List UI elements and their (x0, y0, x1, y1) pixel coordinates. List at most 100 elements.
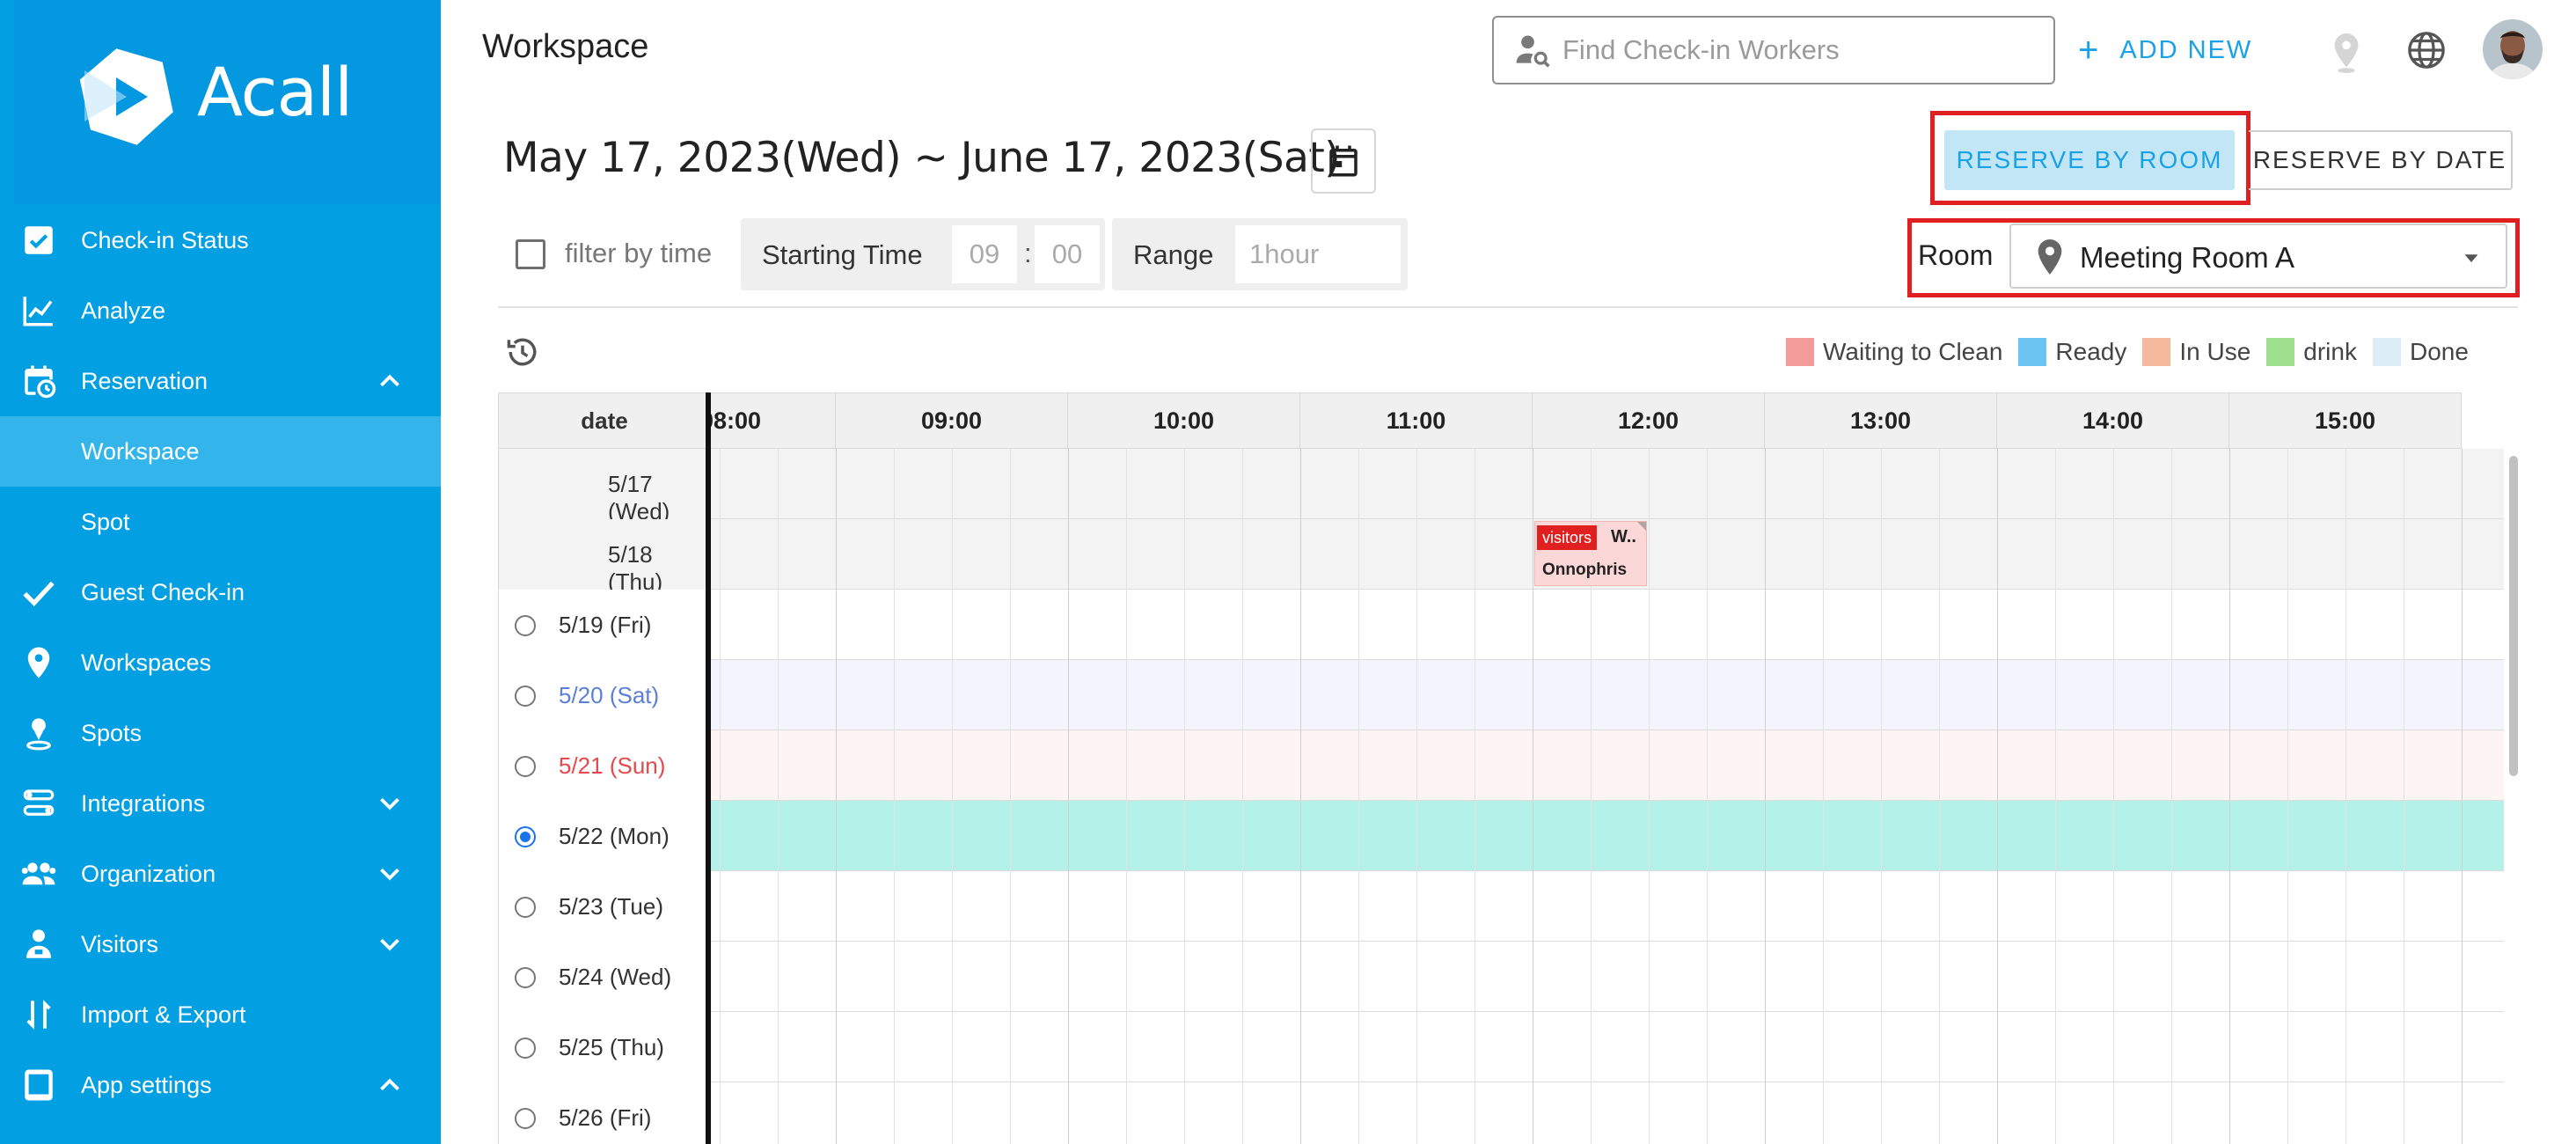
date-radio[interactable] (515, 897, 536, 918)
sidebar-item-label: Analyze (81, 297, 166, 324)
row-date-label: 5/20 (Sat) (559, 682, 660, 708)
reservation-block[interactable]: visitors W.. Onnophris (1534, 521, 1647, 586)
sidebar-item-import-export[interactable]: Import & Export (0, 979, 441, 1050)
date-column-header: date (498, 392, 711, 449)
sidebar-item-label: Workspaces (81, 649, 212, 676)
date-radio[interactable] (515, 1108, 536, 1129)
checkbox-icon (19, 221, 58, 260)
date-radio[interactable] (515, 756, 536, 777)
grid-row[interactable]: 5/21 (Sun) (498, 730, 2504, 801)
sidebar-item-guest-check-in[interactable]: Guest Check-in (0, 557, 441, 627)
plus-icon: + (2078, 30, 2101, 70)
legend-item: drink (2266, 338, 2357, 366)
chevron-down-icon[interactable] (373, 857, 406, 891)
chevron-down-icon[interactable] (373, 787, 406, 820)
row-date-label: 5/17 (Wed) (608, 471, 670, 524)
time-column-header: 09:00 (836, 392, 1068, 449)
sidebar-item-spots[interactable]: Spots (0, 698, 441, 768)
grid-row[interactable]: 5/19 (Fri) (498, 590, 2504, 660)
sidebar-item-check-in-status[interactable]: Check-in Status (0, 205, 441, 275)
sidebar-item-label: Organization (81, 860, 216, 887)
search-box[interactable] (1492, 16, 2055, 84)
quarter-gridline (1126, 449, 1127, 1144)
grid-row[interactable]: 5/24 (Wed) (498, 942, 2504, 1012)
row-date-label: 5/21 (Sun) (559, 752, 666, 779)
sidebar-item-analyze[interactable]: Analyze (0, 275, 441, 346)
quarter-gridline (1358, 449, 1359, 1144)
time-label: 12:00 (1617, 407, 1680, 434)
reserve-by-date-button[interactable]: RESERVE BY DATE (2249, 130, 2513, 190)
date-radio[interactable] (515, 967, 536, 988)
grid-row[interactable]: 5/22 (Mon) (498, 801, 2504, 871)
add-new-button[interactable]: + ADD NEW (2078, 30, 2252, 70)
time-label: 14:00 (2082, 407, 2144, 434)
hour-gridline (1997, 449, 1998, 1144)
legend-item: Waiting to Clean (1786, 338, 2002, 366)
sidebar-item-organization[interactable]: Organization (0, 839, 441, 909)
quarter-gridline (1823, 449, 1824, 1144)
sidebar-item-workspaces[interactable]: Workspaces (0, 627, 441, 698)
room-select[interactable]: Meeting Room A (2009, 224, 2507, 289)
time-label: 15:00 (2314, 407, 2376, 434)
page-title: Workspace (482, 28, 649, 65)
acall-logo-icon (79, 48, 173, 145)
quarter-gridline (1184, 449, 1185, 1144)
time-label: 09:00 (920, 407, 983, 434)
range-input[interactable]: 1hour (1235, 225, 1401, 283)
sidebar-item-spot[interactable]: Spot (0, 487, 441, 557)
legend-label: Ready (2055, 338, 2127, 365)
globe-icon[interactable] (2406, 30, 2447, 70)
grid-row[interactable]: 5/25 (Thu) (498, 1012, 2504, 1082)
date-radio[interactable] (515, 615, 536, 636)
chevron-up-icon[interactable] (373, 364, 406, 398)
chevron-up-icon[interactable] (373, 1068, 406, 1102)
grid-scrollbar[interactable] (2509, 456, 2518, 776)
location-pin-icon[interactable] (2326, 30, 2367, 74)
time-column-header: 10:00 (1068, 392, 1300, 449)
row-date-cell: 5/24 (Wed) (498, 942, 711, 1012)
grid-row[interactable]: 5/20 (Sat) (498, 660, 2504, 730)
current-time-line (706, 392, 711, 1144)
brand-name: Acall (197, 53, 353, 131)
calendar-button[interactable] (1311, 128, 1376, 194)
date-radio[interactable] (515, 1038, 536, 1059)
chevron-down-icon[interactable] (373, 928, 406, 961)
sidebar-item-visitors[interactable]: Visitors (0, 909, 441, 979)
grid-row[interactable]: 5/17 (Wed) (498, 449, 2504, 524)
sidebar-item-integrations[interactable]: Integrations (0, 768, 441, 839)
row-date-cell: 5/19 (Fri) (498, 590, 711, 660)
history-refresh-icon[interactable] (503, 333, 542, 371)
quarter-gridline (952, 449, 953, 1144)
resize-corner-icon (1637, 522, 1646, 531)
filter-by-time-checkbox[interactable] (516, 239, 545, 269)
grid-row[interactable]: 5/26 (Fri) (498, 1082, 2504, 1144)
start-minute-input[interactable]: 00 (1035, 225, 1100, 283)
grid-row[interactable]: 5/23 (Tue) (498, 871, 2504, 942)
start-hour-input[interactable]: 09 (952, 225, 1017, 283)
quarter-gridline (1416, 449, 1417, 1144)
date-radio[interactable] (515, 826, 536, 847)
grid-row[interactable]: 5/18 (Thu) (498, 519, 2504, 595)
user-avatar[interactable] (2483, 19, 2543, 79)
hour-gridline (2462, 449, 2463, 1144)
reserve-by-room-button[interactable]: RESERVE BY ROOM (1944, 130, 2235, 190)
quarter-gridline (2171, 449, 2172, 1144)
status-legend: Waiting to Clean Ready In Use drink Done (1786, 334, 2485, 370)
sidebar-item-workspace[interactable]: Workspace (0, 416, 441, 487)
date-radio[interactable] (515, 686, 536, 707)
logo-area: Acall (14, 0, 440, 204)
sidebar-item-app-settings[interactable]: App settings (0, 1050, 441, 1120)
hour-gridline (2229, 449, 2230, 1144)
legend-swatch (2142, 338, 2171, 366)
calendar-icon (1329, 145, 1358, 177)
legend-label: Waiting to Clean (1823, 338, 2003, 365)
search-input[interactable] (1562, 30, 2038, 70)
quarter-gridline (1707, 449, 1708, 1144)
sidebar-item-reservation[interactable]: Reservation (0, 346, 441, 416)
quarter-gridline (719, 449, 721, 1144)
sidebar-item-label: Check-in Status (81, 226, 249, 253)
row-date-label: 5/19 (Fri) (559, 612, 652, 638)
sidebar-item-label: Integrations (81, 789, 206, 817)
quarter-gridline (2345, 449, 2346, 1144)
quarter-gridline (1881, 449, 1882, 1144)
